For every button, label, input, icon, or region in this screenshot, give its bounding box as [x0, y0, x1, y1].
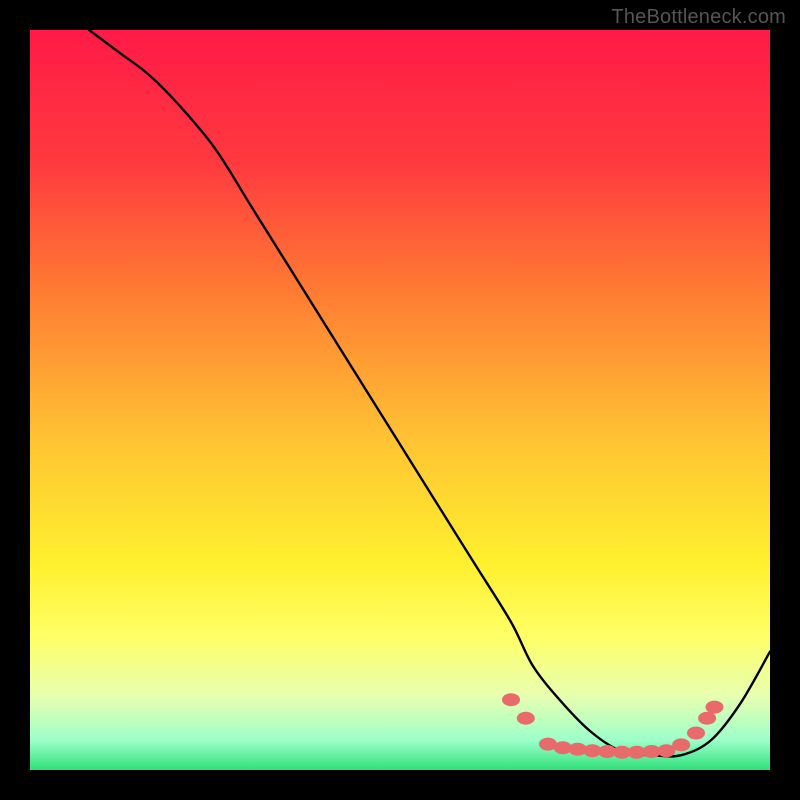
plot-area [30, 30, 770, 770]
marker-dot [672, 738, 690, 751]
marker-dot [502, 693, 520, 706]
marker-dot [687, 727, 705, 740]
optimal-zone-markers [502, 693, 724, 759]
bottleneck-curve [89, 30, 770, 756]
marker-dot [517, 712, 535, 725]
marker-dot [706, 701, 724, 714]
chart-frame: TheBottleneck.com [0, 0, 800, 800]
watermark-text: TheBottleneck.com [611, 6, 786, 29]
marker-dot [698, 712, 716, 725]
chart-svg [30, 30, 770, 770]
